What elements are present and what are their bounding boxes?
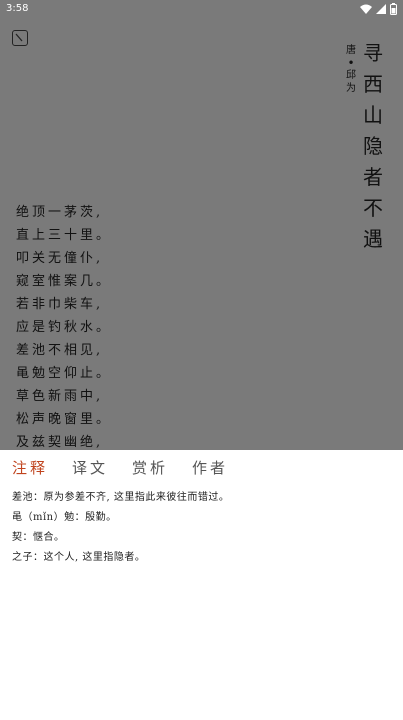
author-name-char: 为 [346,83,356,94]
note-item: 契：惬合。 [12,532,65,543]
poem-line: 若非巾柴车, [16,297,104,312]
poem-line: 松声晚窗里。 [16,412,113,427]
annotation-panel: 注释 译文 赏析 作者 差池：原为参差不齐, 这里指此来彼往而错过。 黾（mǐn… [0,450,403,720]
author-separator: • [347,56,355,70]
title-char: 山 [363,103,383,127]
signal-icon [376,4,386,14]
title-char: 隐 [363,134,383,158]
poem-line: 黾勉空仰止。 [16,366,113,381]
tab-appreciation[interactable]: 赏析 [132,458,168,478]
poem-title: 寻 西 山 隐 者 不 遇 [360,38,386,255]
status-bar: 3:58 [0,0,403,18]
note-item: 黾（mǐn）勉：殷勤。 [12,512,117,523]
title-char: 遇 [363,227,383,251]
title-char: 不 [363,196,383,220]
poem-line: 窥室惟案几。 [16,274,113,289]
poem-body: 绝顶一茅茨, 直上三十里。 叩关无僮仆, 窥室惟案几。 若非巾柴车, 应是钓秋水… [16,201,136,450]
poem-line: 叩关无僮仆, [16,251,104,266]
tab-notes[interactable]: 注释 [12,458,48,478]
poem-line: 应是钓秋水。 [16,320,113,335]
wifi-icon [360,4,372,14]
poem-line: 绝顶一茅茨, [16,205,104,220]
status-time: 3:58 [6,3,29,14]
battery-icon [390,3,397,15]
note-item: 差池：原为参差不齐, 这里指此来彼往而错过。 [12,492,230,503]
tab-translation[interactable]: 译文 [72,458,108,478]
tab-author[interactable]: 作者 [192,458,228,478]
menu-icon[interactable] [12,30,28,46]
title-char: 者 [363,165,383,189]
poem-line: 草色新雨中, [16,389,104,404]
note-item: 之子：这个人, 这里指隐者。 [12,552,146,563]
poem-area: 寻 西 山 隐 者 不 遇 唐 • 邱 为 绝顶一茅茨, 直上三十里。 叩关无僮… [0,18,403,450]
panel-tabs: 注释 译文 赏析 作者 [12,458,228,478]
author-name-char: 邱 [346,70,356,81]
poem-line: 及兹契幽绝, [16,435,104,450]
poem-line: 差池不相见, [16,343,104,358]
poem-author: 唐 • 邱 为 [344,44,358,95]
poem-line: 直上三十里。 [16,228,113,243]
status-icons [360,3,397,15]
notes-list: 差池：原为参差不齐, 这里指此来彼往而错过。 黾（mǐn）勉：殷勤。 契：惬合。… [12,488,392,568]
title-char: 寻 [363,41,383,65]
title-char: 西 [363,72,383,96]
